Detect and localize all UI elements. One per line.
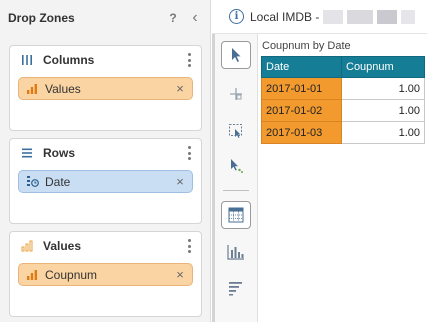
measure-bars-icon	[25, 268, 39, 282]
drill-arrow-icon[interactable]	[221, 152, 251, 180]
values-chip[interactable]: Values ×	[18, 77, 193, 100]
date-chip[interactable]: Date ×	[18, 170, 193, 193]
row-header-date[interactable]: 2017-01-01	[261, 77, 342, 100]
rows-zone-menu-icon[interactable]	[183, 144, 195, 162]
values-zone-menu-icon[interactable]	[183, 237, 195, 255]
tool-strip	[212, 34, 258, 322]
table-row: 2017-01-03 1.00	[261, 121, 425, 144]
table-view-icon[interactable]	[221, 201, 251, 229]
drop-zones-title: Drop Zones	[8, 11, 75, 25]
bar-chart-icon[interactable]	[221, 238, 251, 266]
app-window: Drop Zones ? ‹ Columns Values × Rows Dat…	[0, 0, 427, 322]
table-row: 2017-01-02 1.00	[261, 99, 425, 122]
marquee-select-icon[interactable]	[221, 117, 251, 145]
info-icon[interactable]: i	[229, 9, 244, 24]
crosshair-icon[interactable]	[221, 80, 251, 108]
collapse-panel-icon[interactable]: ‹	[188, 9, 202, 26]
columns-zone[interactable]: Columns Values ×	[9, 45, 202, 131]
columns-zone-title: Columns	[43, 53, 95, 67]
values-zone[interactable]: Values Coupnum ×	[9, 231, 202, 317]
column-header-date[interactable]: Date	[261, 56, 342, 78]
columns-icon	[20, 53, 34, 67]
sort-lines-icon[interactable]	[221, 274, 251, 302]
table-cell-value[interactable]: 1.00	[341, 77, 425, 100]
column-header-coupnum[interactable]: Coupnum	[341, 56, 425, 78]
redacted-block	[347, 9, 374, 24]
drop-zones-panel: Drop Zones ? ‹ Columns Values × Rows Dat…	[0, 0, 211, 322]
table-cell-value[interactable]: 1.00	[341, 121, 425, 144]
rows-zone-title: Rows	[43, 146, 76, 160]
remove-coupnum-chip-icon[interactable]: ×	[174, 267, 186, 282]
table-cell-value[interactable]: 1.00	[341, 99, 425, 122]
rows-icon	[20, 146, 34, 160]
redacted-block	[323, 9, 344, 24]
redacted-block	[401, 9, 416, 24]
coupnum-chip[interactable]: Coupnum ×	[18, 263, 193, 286]
tool-separator	[223, 190, 249, 191]
date-hierarchy-icon	[25, 175, 39, 189]
redacted-block	[377, 9, 398, 24]
datasource-name[interactable]: Local IMDB -	[250, 10, 319, 24]
remove-values-chip-icon[interactable]: ×	[174, 81, 186, 96]
datasource-bar: i Local IMDB -	[212, 0, 427, 34]
remove-date-chip-icon[interactable]: ×	[174, 174, 186, 189]
table-title: Coupnum by Date	[262, 40, 351, 52]
date-chip-label: Date	[45, 174, 71, 189]
values-chip-label: Values	[45, 81, 81, 96]
drop-zones-header: Drop Zones ? ‹	[0, 0, 210, 36]
values-zone-title: Values	[43, 239, 82, 253]
rows-zone[interactable]: Rows Date ×	[9, 138, 202, 224]
select-arrow-icon[interactable]	[221, 41, 251, 69]
row-header-date[interactable]: 2017-01-02	[261, 99, 342, 122]
columns-zone-menu-icon[interactable]	[183, 51, 195, 69]
report-canvas: Coupnum by Date Date Coupnum 2017-01-01 …	[259, 34, 427, 322]
table-row: 2017-01-01 1.00	[261, 77, 425, 100]
help-icon[interactable]: ?	[166, 11, 180, 25]
values-bars-icon	[20, 239, 34, 253]
pivot-table: Date Coupnum 2017-01-01 1.00 2017-01-02 …	[261, 56, 425, 144]
row-header-date[interactable]: 2017-01-03	[261, 121, 342, 144]
measure-bars-icon	[25, 82, 39, 96]
coupnum-chip-label: Coupnum	[45, 267, 98, 282]
